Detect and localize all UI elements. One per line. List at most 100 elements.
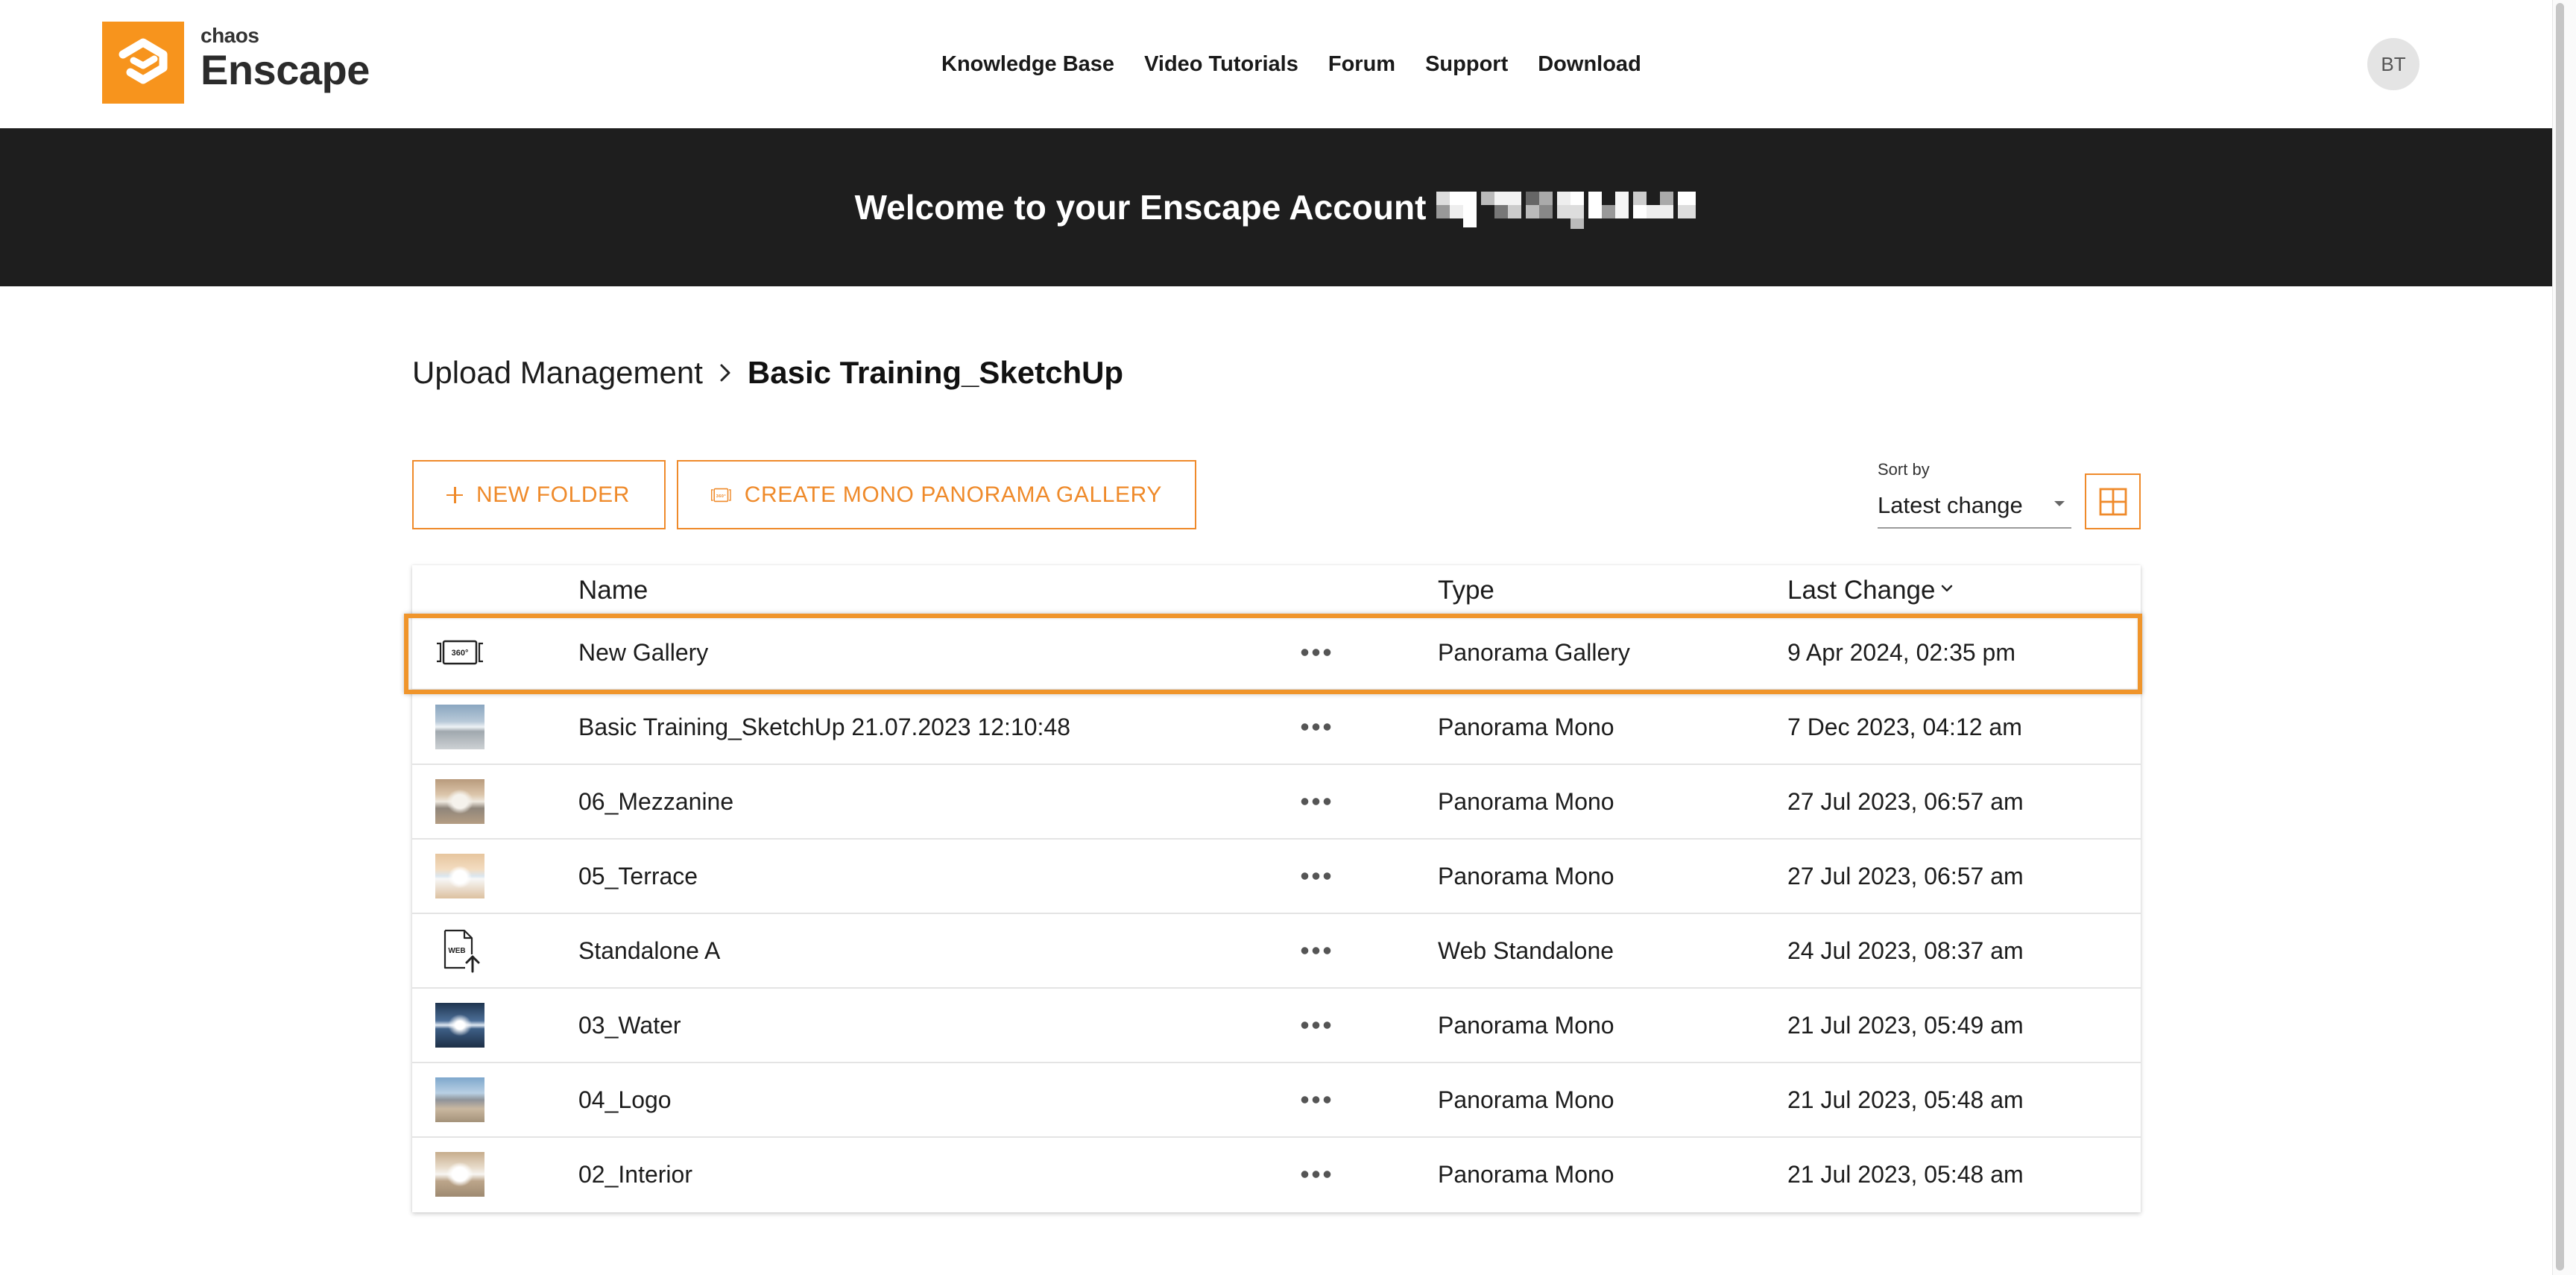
nav-download[interactable]: Download [1538, 51, 1641, 78]
welcome-banner: Welcome to your Enscape Account [0, 128, 2552, 286]
nav-video-tutorials[interactable]: Video Tutorials [1144, 51, 1298, 78]
table-row[interactable]: 03_Water Panorama Mono 21 Jul 2023, 05:4… [412, 989, 2141, 1063]
row-icon-cell [435, 840, 484, 913]
breadcrumb-current-folder: Basic Training_SketchUp [747, 355, 1124, 390]
nav-support[interactable]: Support [1425, 51, 1508, 78]
enscape-logo[interactable]: chaos Enscape [102, 22, 385, 104]
row-icon-cell [435, 1063, 484, 1136]
caret-down-icon [2054, 501, 2065, 506]
column-header-type[interactable]: Type [1438, 565, 1494, 616]
gallery-360-icon: 360° [437, 640, 483, 665]
panorama-thumbnail [435, 1077, 484, 1122]
avatar-initials: BT [2381, 52, 2406, 75]
table-row[interactable]: Basic Training_SketchUp 21.07.2023 12:10… [412, 690, 2141, 765]
new-folder-label: NEW FOLDER [476, 482, 631, 507]
row-icon-cell [435, 765, 484, 838]
item-type: Web Standalone [1438, 937, 1614, 964]
more-options-icon [1299, 1171, 1333, 1178]
chevron-right-icon [720, 364, 730, 382]
panorama-gallery-icon-text: 360° [716, 494, 726, 498]
more-options-button[interactable] [1299, 914, 1333, 987]
more-options-button[interactable] [1299, 989, 1333, 1062]
panorama-gallery-icon: 360° [711, 488, 731, 502]
item-type: Panorama Mono [1438, 714, 1614, 740]
more-options-button[interactable] [1299, 690, 1333, 764]
redacted-username-block [1436, 192, 1696, 229]
grid-view-toggle-button[interactable] [2085, 473, 2141, 529]
table-row[interactable]: 05_Terrace Panorama Mono 27 Jul 2023, 06… [412, 840, 2141, 914]
gallery-360-icon-text: 360° [452, 649, 469, 658]
item-type: Panorama Mono [1438, 863, 1614, 890]
item-last-change: 7 Dec 2023, 04:12 am [1787, 714, 2022, 740]
item-name[interactable]: 03_Water [578, 989, 681, 1062]
table-row[interactable]: 02_Interior Panorama Mono 21 Jul 2023, 0… [412, 1138, 2141, 1212]
more-options-button[interactable] [1299, 1063, 1333, 1136]
welcome-title: Welcome to your Enscape Account [854, 188, 1427, 227]
sort-dropdown[interactable]: Sort by Latest change [1878, 460, 2071, 529]
item-name[interactable]: 04_Logo [578, 1063, 672, 1136]
column-header-last-change[interactable]: Last Change [1787, 565, 1953, 616]
item-type: Panorama Mono [1438, 1012, 1614, 1039]
logo-wordmark: chaos Enscape [201, 25, 370, 93]
logo-brand-small: chaos [201, 24, 259, 47]
item-name[interactable]: 02_Interior [578, 1138, 692, 1211]
row-icon-cell: 360° [435, 616, 484, 689]
item-name[interactable]: 05_Terrace [578, 840, 698, 913]
item-last-change: 21 Jul 2023, 05:48 am [1787, 1086, 2024, 1113]
more-options-icon [1299, 723, 1333, 731]
item-last-change: 27 Jul 2023, 06:57 am [1787, 788, 2024, 815]
panorama-thumbnail [435, 854, 484, 898]
table-header: Name Type Last Change [412, 565, 2141, 616]
chevron-down-icon [1942, 585, 1953, 591]
more-options-icon [1299, 872, 1333, 880]
column-header-last-change-label: Last Change [1787, 576, 1936, 605]
avatar[interactable]: BT [2367, 38, 2419, 90]
row-icon-cell [435, 690, 484, 764]
panorama-thumbnail [435, 779, 484, 824]
item-last-change: 21 Jul 2023, 05:49 am [1787, 1012, 2024, 1039]
table-row[interactable]: 06_Mezzanine Panorama Mono 27 Jul 2023, … [412, 765, 2141, 840]
more-options-button[interactable] [1299, 765, 1333, 838]
main-nav: Knowledge Base Video Tutorials Forum Sup… [941, 51, 1641, 78]
table-row[interactable]: 04_Logo Panorama Mono 21 Jul 2023, 05:48… [412, 1063, 2141, 1138]
item-name[interactable]: Basic Training_SketchUp 21.07.2023 12:10… [578, 690, 1070, 764]
item-name[interactable]: New Gallery [578, 616, 708, 689]
row-icon-cell [435, 1138, 484, 1211]
panorama-thumbnail [435, 705, 484, 749]
uploads-table: Name Type Last Change 360° New Gallery P… [412, 565, 2141, 1212]
web-standalone-icon-text: WEB [448, 947, 465, 955]
more-options-icon [1299, 947, 1333, 954]
item-name[interactable]: Standalone A [578, 914, 720, 987]
top-navigation-bar: chaos Enscape Knowledge Base Video Tutor… [0, 0, 2552, 128]
sort-underline [1878, 527, 2071, 529]
breadcrumb-upload-management[interactable]: Upload Management [412, 353, 703, 392]
create-gallery-label: CREATE MONO PANORAMA GALLERY [744, 482, 1162, 507]
row-icon-cell: WEB [435, 914, 484, 987]
create-mono-panorama-gallery-button[interactable]: 360° CREATE MONO PANORAMA GALLERY [677, 460, 1196, 529]
item-type: Panorama Mono [1438, 788, 1614, 815]
nav-forum[interactable]: Forum [1328, 51, 1395, 78]
item-type: Panorama Mono [1438, 1161, 1614, 1188]
scrollbar-thumb[interactable] [2556, 3, 2564, 1271]
more-options-button[interactable] [1299, 1138, 1333, 1211]
item-last-change: 27 Jul 2023, 06:57 am [1787, 863, 2024, 890]
table-row[interactable]: WEB Standalone A Web Standalone 24 Jul 2… [412, 914, 2141, 989]
more-options-icon [1299, 798, 1333, 805]
new-folder-button[interactable]: NEW FOLDER [412, 460, 666, 529]
sort-label: Sort by [1878, 460, 1930, 479]
table-row[interactable]: 360° New Gallery Panorama Gallery 9 Apr … [412, 616, 2141, 690]
item-name[interactable]: 06_Mezzanine [578, 765, 733, 838]
item-last-change: 24 Jul 2023, 08:37 am [1787, 937, 2024, 964]
nav-knowledge-base[interactable]: Knowledge Base [941, 51, 1114, 78]
item-last-change: 9 Apr 2024, 02:35 pm [1787, 639, 2015, 666]
item-type: Panorama Mono [1438, 1086, 1614, 1113]
enscape-logo-icon [102, 22, 184, 104]
vertical-scrollbar[interactable] [2552, 0, 2576, 1275]
more-options-button[interactable] [1299, 616, 1333, 689]
breadcrumb: Upload Management Basic Training_SketchU… [412, 353, 1123, 392]
logo-brand-large: Enscape [201, 46, 370, 93]
column-header-name[interactable]: Name [578, 565, 648, 616]
web-standalone-icon: WEB [443, 929, 480, 973]
more-options-button[interactable] [1299, 840, 1333, 913]
grid-view-icon [2099, 488, 2127, 515]
